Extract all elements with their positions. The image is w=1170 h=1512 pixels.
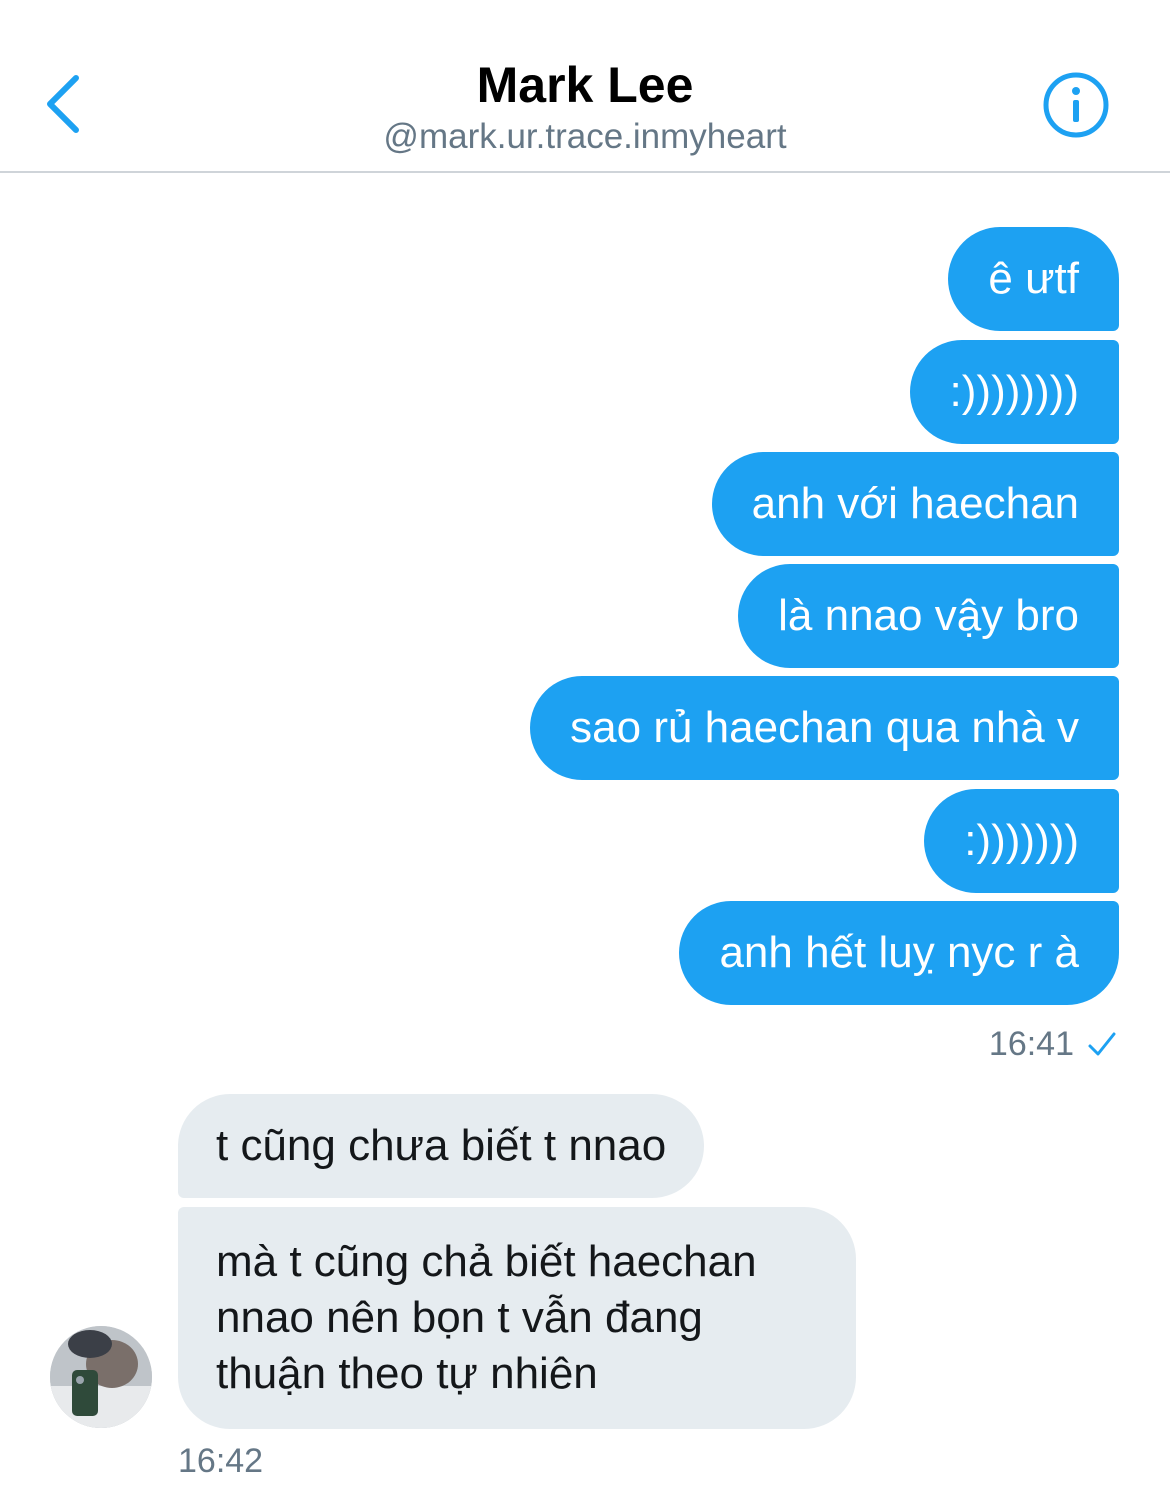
contact-name: Mark Lee xyxy=(476,57,694,113)
info-icon xyxy=(1043,72,1109,138)
outgoing-message[interactable]: :)))))))) xyxy=(909,340,1119,444)
incoming-message[interactable]: mà t cũng chả biết haechan nnao nên bọn … xyxy=(178,1207,856,1429)
avatar-photo xyxy=(50,1326,152,1428)
conversation-header: Mark Lee @mark.ur.trace.inmyheart xyxy=(0,0,1170,173)
outgoing-message[interactable]: :))))))) xyxy=(924,789,1119,893)
outgoing-message[interactable]: là nnao vậy bro xyxy=(738,564,1119,668)
incoming-message[interactable]: t cũng chưa biết t nnao xyxy=(178,1094,705,1198)
outgoing-timestamp: 16:41 xyxy=(988,1025,1074,1063)
outgoing-message[interactable]: sao rủ haechan qua nhà v xyxy=(530,676,1119,780)
avatar[interactable] xyxy=(50,1326,152,1428)
incoming-timestamp: 16:42 xyxy=(178,1442,264,1480)
outgoing-message[interactable]: ê ưtf xyxy=(948,227,1119,331)
checkmark-icon xyxy=(1088,1032,1116,1056)
info-button[interactable] xyxy=(1042,71,1110,139)
outgoing-message[interactable]: anh hết luỵ nyc r à xyxy=(679,901,1119,1005)
outgoing-message[interactable]: anh với haechan xyxy=(711,452,1119,556)
contact-handle: @mark.ur.trace.inmyheart xyxy=(383,117,787,156)
